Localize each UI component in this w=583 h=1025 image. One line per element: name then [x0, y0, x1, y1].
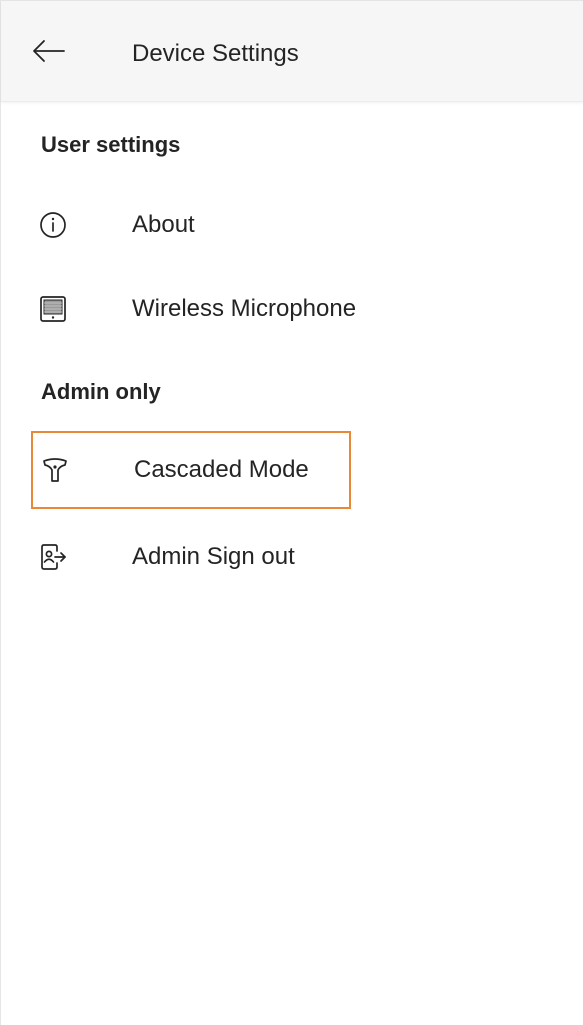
section-title-admin-only: Admin only	[41, 379, 161, 404]
info-icon	[39, 211, 67, 239]
menu-item-label: Cascaded Mode	[134, 456, 309, 483]
app-header: Device Settings	[1, 1, 583, 102]
device-settings-screen: Device Settings User settings About Wire…	[0, 0, 583, 1025]
menu-item-label: Admin Sign out	[132, 543, 295, 570]
menu-item-admin-sign-out[interactable]: Admin Sign out	[31, 518, 351, 596]
menu-item-cascaded-mode[interactable]: Cascaded Mode	[31, 431, 351, 509]
arrow-left-icon	[32, 39, 66, 68]
menu-item-about[interactable]: About	[31, 186, 351, 264]
page-title: Device Settings	[132, 40, 299, 67]
menu-item-label: Wireless Microphone	[132, 295, 357, 322]
wireless-microphone-icon	[39, 295, 67, 323]
section-title-user-settings: User settings	[41, 132, 181, 157]
sign-out-icon	[39, 543, 67, 571]
menu-item-label: About	[132, 211, 195, 238]
cascade-icon	[41, 456, 69, 484]
menu-item-wireless-microphone[interactable]: Wireless Microphone	[31, 270, 356, 348]
back-button[interactable]	[29, 33, 69, 73]
